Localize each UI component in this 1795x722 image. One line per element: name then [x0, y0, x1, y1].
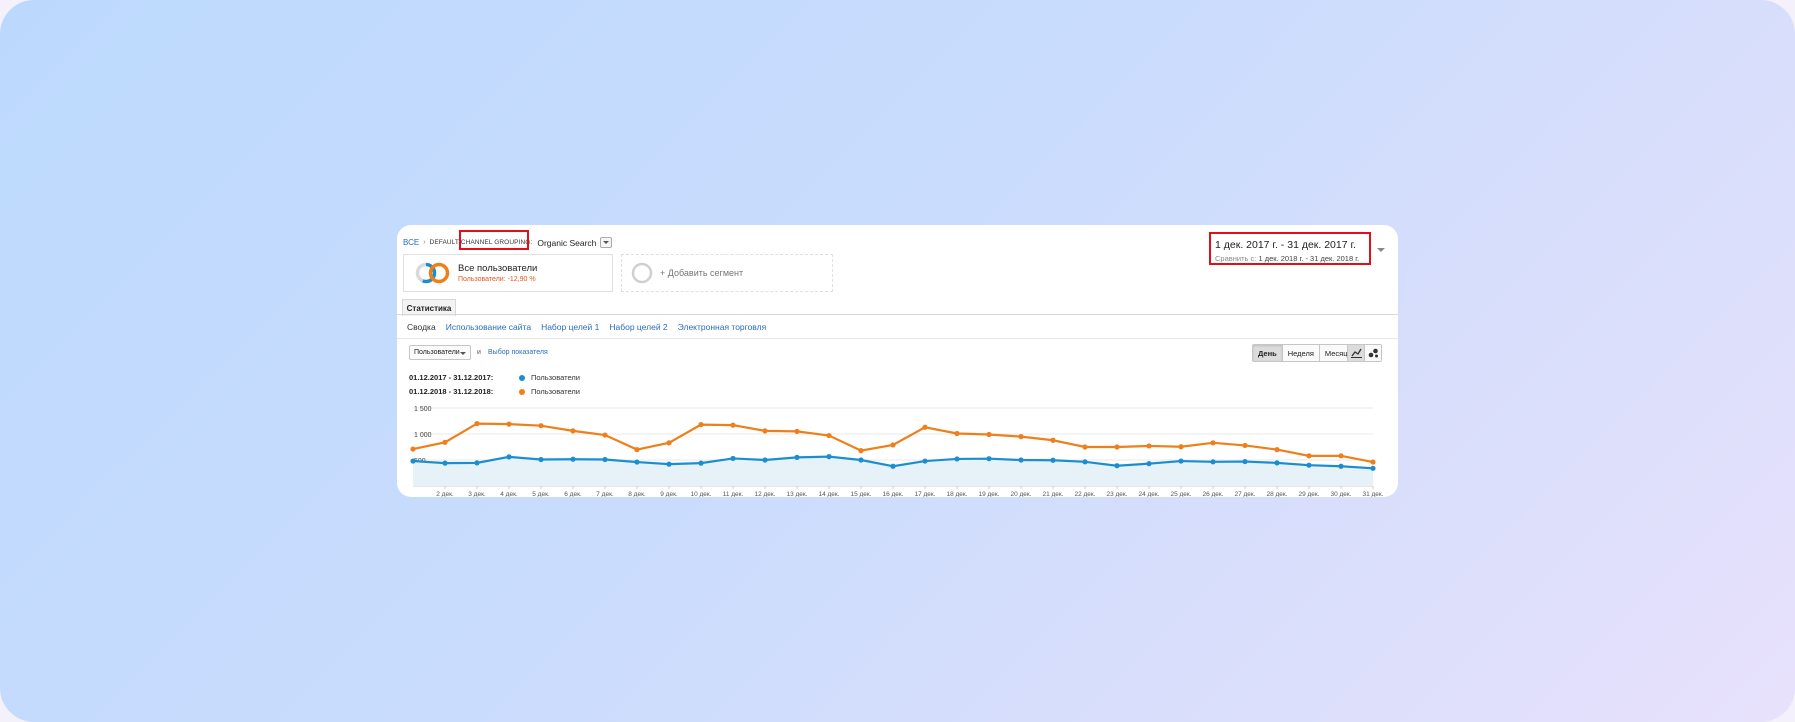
- x-tick-label: 6 дек.: [564, 491, 582, 497]
- y-tick-label: 1 500: [414, 406, 432, 413]
- series-2017-point: [538, 456, 544, 463]
- series-2017-point: [1242, 458, 1248, 465]
- series-2018-point: [506, 421, 512, 427]
- series-2017-point: [1146, 461, 1152, 467]
- series-2018-point: [826, 432, 832, 439]
- series-2018-point: [1178, 444, 1184, 450]
- x-tick-label: 17 дек.: [914, 491, 935, 497]
- series-2018-point: [410, 446, 416, 452]
- series-2018-point: [762, 428, 768, 434]
- series-2018-point: [1018, 434, 1024, 440]
- x-tick-label: 5 дек.: [532, 491, 550, 497]
- series-2018-point: [890, 442, 896, 448]
- x-tick-label: 9 дек.: [660, 491, 678, 497]
- y-tick-label: 1 000: [414, 432, 432, 439]
- x-tick-label: 8 дек.: [628, 491, 646, 497]
- series-2017-point: [506, 454, 512, 460]
- x-tick-label: 22 дек.: [1074, 491, 1095, 497]
- series-2018-point: [1274, 447, 1280, 453]
- series-2017-point: [1114, 463, 1120, 469]
- series-2017-point: [570, 456, 576, 462]
- series-2017-point: [730, 455, 736, 462]
- series-2018-point: [858, 448, 864, 454]
- users-line-chart: 1 5001 0005002 дек.3 дек.4 дек.5 дек.6 д…: [410, 406, 1384, 497]
- series-2018-point: [794, 428, 800, 434]
- x-tick-label: 7 дек.: [596, 491, 614, 497]
- x-tick-label: 31 дек.: [1362, 491, 1383, 497]
- series-2018-point: [602, 432, 608, 438]
- x-tick-label: 25 дек.: [1170, 491, 1191, 497]
- series-2017-point: [1306, 462, 1312, 468]
- x-tick-label: 11 дек.: [723, 491, 744, 497]
- series-2018-point: [1210, 440, 1216, 446]
- series-2017-point: [1210, 459, 1216, 465]
- series-2017-point: [826, 454, 832, 460]
- series-2017-point: [634, 459, 640, 465]
- series-2017-point: [762, 457, 768, 463]
- series-2017-point: [922, 458, 928, 464]
- series-2018-point: [474, 421, 480, 427]
- series-2018-point: [1242, 442, 1248, 449]
- x-tick-label: 13 дек.: [786, 491, 807, 497]
- background-frame: ВСЕ › DEFAULT CHANNEL GROUPING: Organic …: [0, 0, 1795, 722]
- x-tick-label: 4 дек.: [500, 491, 518, 497]
- series-2017-point: [442, 460, 448, 466]
- series-2018-point: [954, 430, 960, 437]
- series-2017-point: [1274, 460, 1280, 466]
- series-2018-point: [1338, 453, 1344, 459]
- x-tick-label: 30 дек.: [1330, 491, 1351, 497]
- x-tick-label: 15 дек.: [850, 491, 871, 497]
- series-2017-point: [1018, 457, 1024, 463]
- x-tick-label: 10 дек.: [690, 491, 711, 497]
- series-2017-point: [698, 460, 704, 466]
- series-2017-point: [858, 457, 864, 463]
- series-2017-point: [666, 461, 672, 467]
- series-2018-point: [730, 422, 736, 428]
- series-2018-point: [666, 440, 672, 446]
- series-2018-point: [922, 424, 928, 430]
- x-tick-label: 27 дек.: [1234, 491, 1255, 497]
- x-tick-label: 21 дек.: [1042, 491, 1063, 497]
- x-tick-label: 14 дек.: [818, 491, 839, 497]
- series-2018-point: [570, 428, 576, 434]
- x-tick-label: 19 дек.: [978, 491, 999, 497]
- x-tick-label: 20 дек.: [1010, 491, 1031, 497]
- x-tick-label: 18 дек.: [946, 491, 967, 497]
- series-2017-point: [602, 456, 608, 463]
- series-2017-point: [1050, 457, 1056, 463]
- series-2018-point: [1306, 453, 1312, 459]
- series-2018-point: [698, 422, 704, 428]
- analytics-panel: ВСЕ › DEFAULT CHANNEL GROUPING: Organic …: [397, 225, 1398, 497]
- series-2018-point: [1050, 437, 1056, 443]
- x-tick-label: 3 дек.: [468, 491, 486, 497]
- x-tick-label: 12 дек.: [754, 491, 775, 497]
- series-2017-point: [1082, 459, 1088, 465]
- series-2017-point: [1338, 463, 1344, 469]
- series-2018-point: [986, 431, 992, 438]
- x-tick-label: 2 дек.: [436, 491, 454, 497]
- series-2017-point: [410, 458, 416, 464]
- series-2017-point: [1370, 465, 1376, 471]
- x-tick-label: 28 дек.: [1266, 491, 1287, 497]
- x-tick-label: 16 дек.: [882, 491, 903, 497]
- series-2017-point: [954, 456, 960, 462]
- x-tick-label: 26 дек.: [1202, 491, 1223, 497]
- series-2018-point: [538, 423, 544, 429]
- x-tick-label: 23 дек.: [1106, 491, 1127, 497]
- series-2018-point: [1082, 444, 1088, 450]
- x-tick-label: 29 дек.: [1298, 491, 1319, 497]
- series-2017-point: [794, 454, 800, 460]
- series-2017-point: [890, 463, 896, 469]
- series-2017-point: [1178, 458, 1184, 464]
- series-2018-point: [442, 439, 448, 445]
- series-2018-point: [1146, 443, 1152, 449]
- series-2018-point: [1114, 444, 1120, 450]
- series-2017-point: [986, 456, 992, 462]
- series-2017-point: [474, 460, 480, 466]
- series-2018-point: [634, 447, 640, 453]
- x-tick-label: 24 дек.: [1138, 491, 1159, 497]
- series-2018-point: [1370, 459, 1376, 465]
